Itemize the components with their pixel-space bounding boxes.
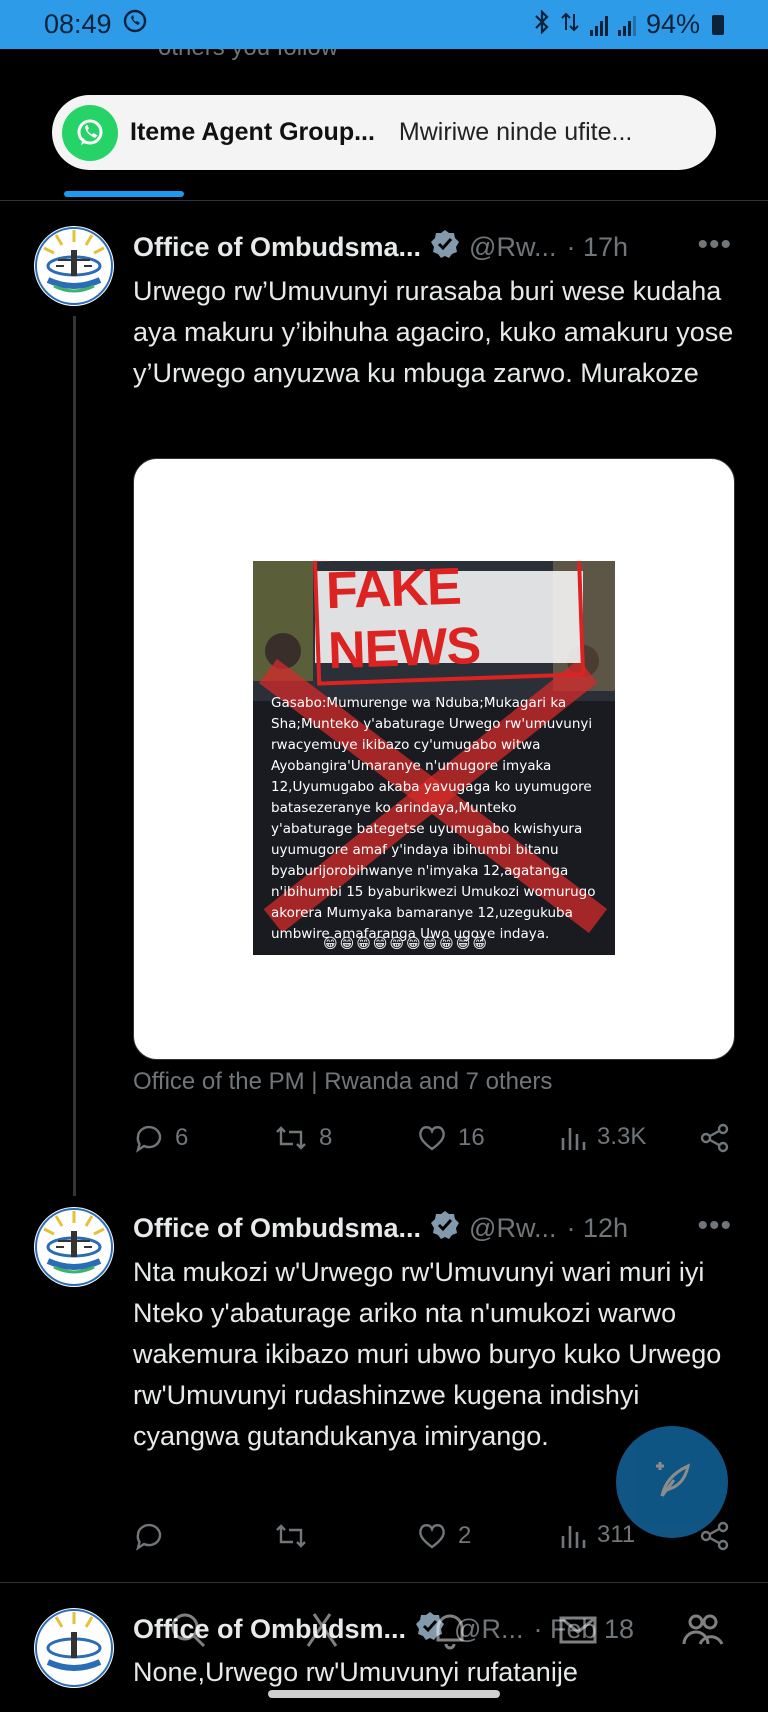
reply-button[interactable] bbox=[133, 1520, 175, 1552]
tweet-media[interactable]: FAKE NEWS Gasabo:Mumurenge wa Nduba;Muka… bbox=[133, 458, 735, 1060]
media-tagline[interactable]: Office of the PM | Rwanda and 7 others bbox=[133, 1068, 552, 1096]
like-button[interactable]: 2 bbox=[416, 1520, 471, 1552]
compose-button[interactable] bbox=[616, 1426, 728, 1538]
whatsapp-icon bbox=[62, 104, 118, 161]
views-button[interactable]: 3.3K bbox=[559, 1122, 646, 1152]
search-icon[interactable] bbox=[166, 1608, 210, 1657]
verified-badge-icon bbox=[429, 1209, 461, 1248]
tab-indicator bbox=[64, 191, 184, 197]
communities-icon[interactable] bbox=[680, 1608, 724, 1657]
status-time: 08:49 bbox=[44, 9, 112, 39]
data-arrows-icon bbox=[560, 10, 580, 40]
more-options-icon[interactable]: ••• bbox=[697, 1209, 732, 1243]
avatar[interactable] bbox=[34, 1207, 114, 1287]
like-button[interactable]: 16 bbox=[416, 1122, 485, 1154]
bell-icon[interactable] bbox=[428, 1608, 472, 1657]
more-options-icon[interactable]: ••• bbox=[697, 228, 732, 262]
tweet-time[interactable]: · 17h bbox=[566, 232, 628, 263]
views-icon bbox=[559, 1520, 587, 1550]
fake-news-banner: FAKE NEWS bbox=[312, 561, 586, 686]
tweet-actions: 6 8 16 3.3K bbox=[133, 1122, 733, 1162]
fake-news-text: Gasabo:Mumurenge wa Nduba;Mukagari ka Sh… bbox=[271, 695, 596, 942]
repost-icon bbox=[273, 1520, 309, 1552]
author-handle[interactable]: @Rw... bbox=[469, 1213, 556, 1244]
signal-icon bbox=[589, 14, 608, 36]
author-handle[interactable]: @Rw... bbox=[469, 232, 556, 263]
heart-icon bbox=[416, 1122, 448, 1154]
whatsapp-status-icon bbox=[122, 8, 148, 41]
notification-title: Iteme Agent Group... bbox=[130, 118, 375, 146]
battery-icon bbox=[712, 14, 724, 35]
fake-news-image: FAKE NEWS Gasabo:Mumurenge wa Nduba;Muka… bbox=[253, 561, 615, 955]
avatar[interactable] bbox=[34, 226, 114, 306]
author-name[interactable]: Office of Ombudsma... bbox=[133, 1213, 421, 1244]
verified-badge-icon bbox=[429, 228, 461, 267]
thread-line bbox=[73, 316, 76, 1196]
mail-icon[interactable] bbox=[556, 1608, 600, 1657]
reply-icon bbox=[133, 1122, 165, 1154]
views-icon bbox=[559, 1122, 587, 1152]
views-button[interactable]: 311 bbox=[559, 1520, 635, 1550]
share-icon bbox=[699, 1122, 731, 1154]
tweet-text: Urwego rw’Umuvunyi rurasaba buri wese ku… bbox=[133, 276, 734, 388]
whatsapp-notification[interactable]: Iteme Agent Group... Mwiriwe ninde ufite… bbox=[52, 95, 716, 170]
compose-feather-icon bbox=[648, 1456, 696, 1509]
author-name[interactable]: Office of Ombudsma... bbox=[133, 232, 421, 263]
home-indicator[interactable] bbox=[268, 1690, 500, 1698]
share-button[interactable] bbox=[699, 1122, 731, 1154]
signal-icon bbox=[617, 14, 636, 36]
tweet-text: Nta mukozi w'Urwego rw'Umuvunyi wari mur… bbox=[133, 1257, 722, 1451]
status-bar: 08:49 94% bbox=[0, 0, 768, 49]
bottom-nav bbox=[0, 1600, 768, 1680]
emoji-row: 😁😁😁😁😁😁😁😁😁😁 bbox=[323, 935, 489, 951]
repost-button[interactable]: 8 bbox=[273, 1122, 332, 1154]
reply-icon bbox=[133, 1520, 165, 1552]
repost-icon bbox=[273, 1122, 309, 1154]
divider bbox=[0, 200, 768, 201]
bluetooth-icon bbox=[534, 8, 550, 40]
battery-percent: 94% bbox=[645, 9, 700, 39]
heart-icon bbox=[416, 1520, 448, 1552]
notification-message: Mwiriwe ninde ufite... bbox=[398, 118, 633, 146]
tweet-time[interactable]: · 12h bbox=[566, 1213, 628, 1244]
grok-icon[interactable] bbox=[300, 1608, 344, 1657]
reply-button[interactable]: 6 bbox=[133, 1122, 188, 1154]
repost-button[interactable] bbox=[273, 1520, 319, 1552]
divider bbox=[0, 1582, 768, 1583]
